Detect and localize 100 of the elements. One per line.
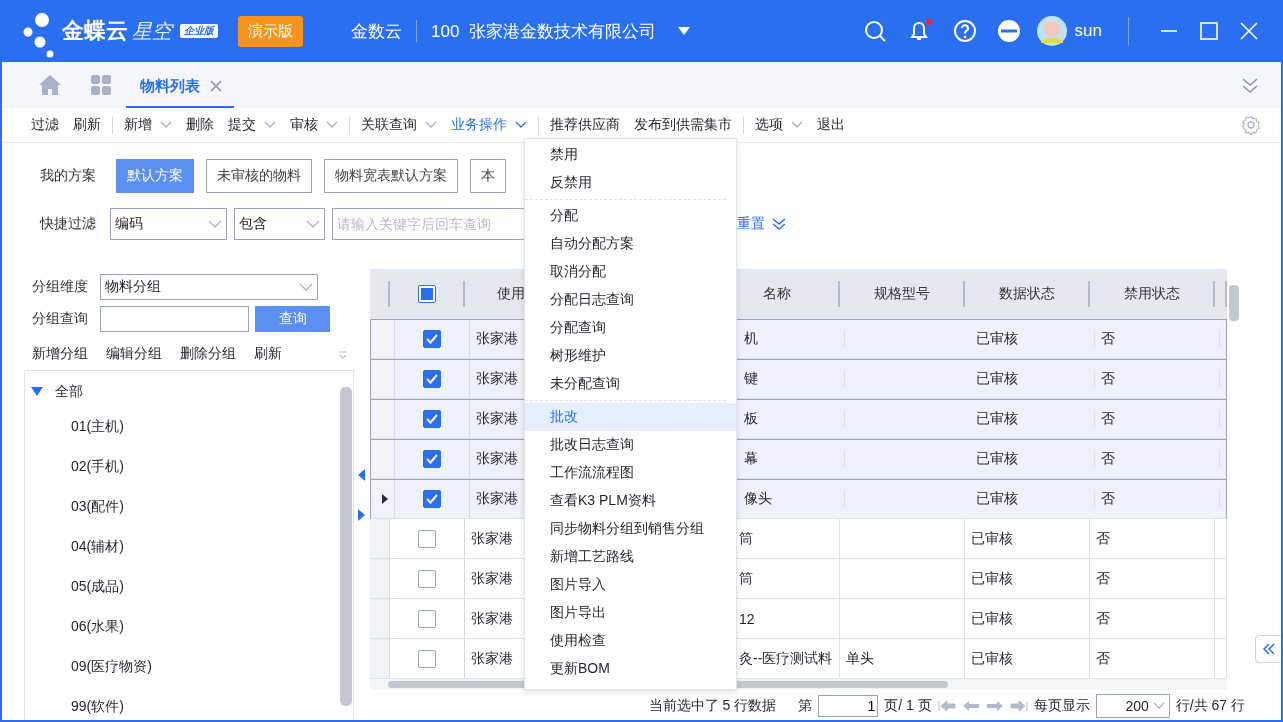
tree-item[interactable]: 03(配件) <box>71 498 124 516</box>
menu-item[interactable]: 批改日志查询 <box>525 431 736 459</box>
toolbar-button[interactable]: 删除 <box>179 116 221 134</box>
double-chevron-down-icon[interactable] <box>1241 76 1259 94</box>
field-select[interactable]: 编码 <box>110 208 227 240</box>
group-dimension-select[interactable]: 物料分组 <box>100 274 318 300</box>
group-action[interactable]: 删除分组 <box>180 345 236 363</box>
group-query-input[interactable] <box>100 306 249 332</box>
toolbar-button[interactable]: 发布到供需集市 <box>627 116 739 134</box>
menu-item[interactable]: 未分配查询 <box>525 370 736 398</box>
caret-icon[interactable] <box>677 27 690 35</box>
menu-item[interactable]: 树形维护 <box>525 342 736 370</box>
toolbar-button[interactable]: 推荐供应商 <box>543 116 627 134</box>
chevron-down-icon[interactable] <box>1152 702 1165 711</box>
row-checkbox[interactable] <box>418 569 436 588</box>
tree-item[interactable]: 06(水果) <box>71 618 124 636</box>
first-page-icon[interactable] <box>937 700 956 713</box>
column-header[interactable]: 名称 <box>762 285 791 303</box>
toolbar-button[interactable]: 退出 <box>810 116 852 134</box>
help-icon[interactable] <box>952 19 977 43</box>
menu-item[interactable]: 更新BOM <box>525 655 736 683</box>
search-icon[interactable] <box>862 19 887 43</box>
grid-icon[interactable] <box>90 74 112 96</box>
tree-item[interactable]: 05(成品) <box>71 578 124 596</box>
tree-item[interactable]: 01(主机) <box>71 418 124 436</box>
menu-item[interactable]: 反禁用 <box>525 169 736 197</box>
menu-item[interactable]: 使用检查 <box>525 627 736 655</box>
reset-link[interactable]: 重置 <box>737 215 765 233</box>
toolbar-button[interactable]: 选项 <box>748 116 810 134</box>
scheme-button[interactable]: 未审核的物料 <box>206 159 312 193</box>
avatar-icon[interactable] <box>1036 16 1067 46</box>
chevron-down-icon[interactable] <box>264 121 276 129</box>
column-header[interactable]: 禁用状态 <box>1123 285 1180 303</box>
chevron-down-icon[interactable] <box>425 121 437 129</box>
menu-item[interactable]: 图片导入 <box>525 571 736 599</box>
row-checkbox[interactable] <box>418 529 436 548</box>
previous-page-icon[interactable] <box>961 700 980 713</box>
menu-item[interactable]: 同步物料分组到销售分组 <box>525 515 736 543</box>
user-name[interactable]: sun <box>1074 21 1102 41</box>
row-checkbox[interactable] <box>418 649 436 668</box>
toolbar-button[interactable]: 关联查询 <box>354 116 444 134</box>
column-header[interactable]: 数据状态 <box>998 285 1055 303</box>
menu-item[interactable]: 批改 <box>525 403 736 431</box>
chevron-down-icon[interactable] <box>326 121 338 129</box>
operator-select[interactable]: 包含 <box>234 208 325 240</box>
tree-item[interactable]: 全部 <box>55 383 83 401</box>
tab[interactable]: 物料列表 <box>126 62 234 108</box>
row-checkbox[interactable] <box>423 490 441 508</box>
group-action[interactable]: 刷新 <box>254 345 282 363</box>
tenant-name[interactable]: 金数云 <box>351 19 402 43</box>
toolbar-button[interactable]: 刷新 <box>66 116 108 134</box>
chevron-down-icon[interactable] <box>160 121 172 129</box>
maximize-icon[interactable] <box>1199 21 1219 41</box>
row-header[interactable] <box>375 480 395 518</box>
row-checkbox[interactable] <box>423 330 441 348</box>
menu-item[interactable]: 分配查询 <box>525 314 736 342</box>
menu-item[interactable]: 工作流流程图 <box>525 459 736 487</box>
group-action[interactable]: 新增分组 <box>32 345 88 363</box>
more-icon[interactable] <box>996 19 1021 43</box>
select-all-checkbox[interactable] <box>417 285 436 303</box>
expanded-triangle-icon[interactable] <box>31 387 43 397</box>
double-chevron-left-icon[interactable] <box>1261 643 1276 655</box>
collapse-panel-button[interactable] <box>1255 635 1281 663</box>
settings-icon[interactable] <box>1241 115 1261 135</box>
tree-item[interactable]: 09(医疗物资) <box>71 658 152 676</box>
toolbar-button[interactable]: 审核 <box>283 116 345 134</box>
row-checkbox[interactable] <box>418 609 436 628</box>
scheme-button[interactable]: 本 <box>470 159 506 193</box>
scheme-button[interactable]: 物料宽表默认方案 <box>324 159 458 193</box>
column-header[interactable]: 规格型号 <box>873 285 930 303</box>
last-page-icon[interactable] <box>1009 700 1028 713</box>
org-selector[interactable]: 100 张家港金数技术有限公司 <box>431 19 656 43</box>
menu-item[interactable]: 取消分配 <box>525 258 736 286</box>
chevron-down-icon[interactable] <box>306 220 320 228</box>
chevron-down-icon[interactable] <box>791 121 803 129</box>
close-icon[interactable] <box>210 80 222 92</box>
collapse-icon[interactable] <box>338 349 348 359</box>
toolbar-button[interactable]: 过滤 <box>24 116 66 134</box>
per-page-select[interactable]: 200 <box>1095 694 1170 719</box>
row-checkbox[interactable] <box>423 370 441 388</box>
toolbar-button[interactable]: 新增 <box>117 116 179 134</box>
chevron-down-icon[interactable] <box>208 220 222 228</box>
expand-right-icon[interactable] <box>358 509 366 521</box>
chevron-down-icon[interactable] <box>515 121 527 129</box>
chevron-down-icon[interactable] <box>299 283 313 291</box>
double-chevron-down-icon[interactable] <box>772 217 786 231</box>
tab-label[interactable]: 物料列表 <box>140 76 200 96</box>
group-action[interactable]: 编辑分组 <box>106 345 162 363</box>
menu-item[interactable]: 查看K3 PLM资料 <box>525 487 736 515</box>
tree-item[interactable]: 04(辅材) <box>71 538 124 556</box>
row-checkbox[interactable] <box>423 410 441 428</box>
tree-item[interactable]: 99(软件) <box>71 698 124 716</box>
home-icon[interactable] <box>38 74 62 96</box>
menu-item[interactable]: 禁用 <box>525 141 736 169</box>
tree-item[interactable]: 02(手机) <box>71 458 124 476</box>
next-page-icon[interactable] <box>985 700 1004 713</box>
page-input[interactable]: 1 <box>818 695 879 718</box>
column-header[interactable]: 使用 <box>497 285 525 303</box>
menu-item[interactable]: 分配日志查询 <box>525 286 736 314</box>
menu-item[interactable]: 新增工艺路线 <box>525 543 736 571</box>
